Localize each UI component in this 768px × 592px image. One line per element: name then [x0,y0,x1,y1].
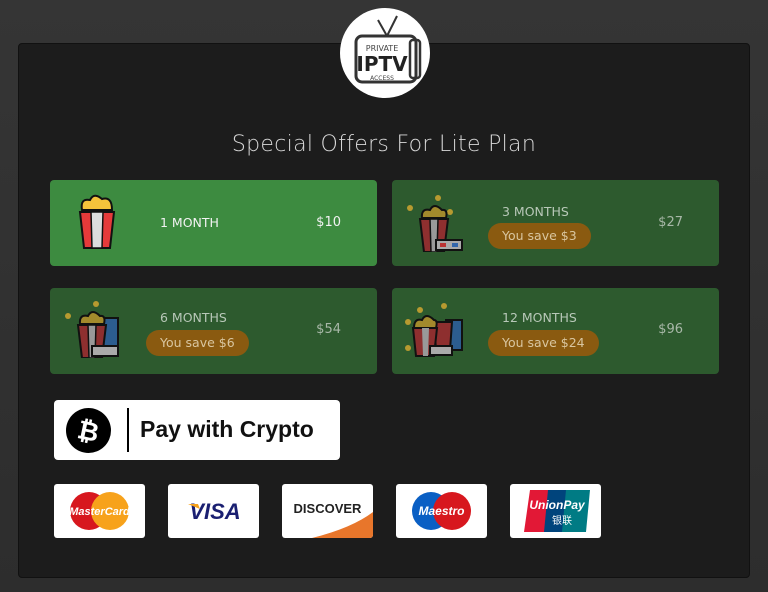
bitcoin-icon: ₿ [66,408,111,453]
savings-badge: You save $6 [146,330,249,356]
unionpay-icon: UnionPay 银联 [524,490,590,532]
plan-6-months[interactable]: 6 MONTHS You save $6 $54 [50,288,377,374]
svg-text:VISA: VISA [189,499,240,524]
savings-badge: You save $3 [488,223,591,249]
popcorn-combo-icon [405,303,463,357]
pay-with-crypto-button[interactable]: ₿ Pay with Crypto [54,400,340,460]
unionpay-card[interactable]: UnionPay 银联 [510,484,601,538]
plan-price: $54 [316,322,341,337]
popcorn-3d-glasses-icon [407,195,463,252]
svg-text:₿: ₿ [75,415,102,449]
maestro-icon: Maestro [412,492,471,530]
divider [127,408,129,452]
plan-1-month[interactable]: 1 MONTH $10 [50,180,377,266]
plan-duration: 3 MONTHS [502,204,569,219]
svg-text:UnionPay: UnionPay [529,498,586,512]
popcorn-icon [78,194,116,249]
plan-duration: 12 MONTHS [502,310,577,325]
plan-price: $96 [658,322,683,337]
logo-main-text: IPTV [356,52,408,76]
popcorn-drink-3d-glasses-icon [65,301,119,358]
tv-icon: PRIVATE IPTV ACCESS [354,15,422,84]
svg-text:银联: 银联 [552,514,572,527]
maestro-card[interactable]: Maestro [396,484,487,538]
plan-duration: 6 MONTHS [160,310,227,325]
plan-duration: 1 MONTH [160,215,219,230]
savings-badge: You save $24 [488,330,599,356]
visa-card[interactable]: VISA [168,484,259,538]
plan-3-months[interactable]: 3 MONTHS You save $3 $27 [392,180,719,266]
plan-price: $10 [316,215,341,230]
svg-text:Maestro: Maestro [418,504,464,518]
discover-card[interactable]: DISCOVER [282,484,373,538]
visa-icon: VISA [188,499,241,524]
page-title: Special Offers For Lite Plan [231,132,537,157]
plan-price: $27 [658,215,683,230]
crypto-button-label: Pay with Crypto [140,416,314,442]
logo-bottom-text: ACCESS [370,75,394,82]
svg-text:DISCOVER: DISCOVER [294,501,363,516]
plan-12-months[interactable]: 12 MONTHS You save $24 $96 [392,288,719,374]
iptv-logo: PRIVATE IPTV ACCESS [340,8,430,98]
svg-text:MasterCard: MasterCard [69,506,130,518]
discover-icon: DISCOVER [294,501,373,538]
mastercard-icon: MasterCard [69,492,130,530]
mastercard-card[interactable]: MasterCard [54,484,145,538]
